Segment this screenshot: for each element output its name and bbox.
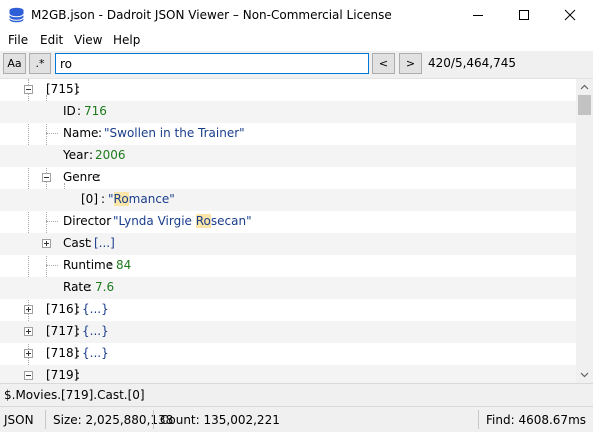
node-key: [718] [46,346,79,360]
regex-button[interactable]: .* [29,53,51,74]
tree-row-cast[interactable]: Cast : [...] [0,233,576,255]
node-key: Rate [63,280,91,294]
node-value: 716 [84,104,107,118]
node-value: [...] [94,236,115,250]
tree-row-id[interactable]: ID : 716 [0,101,576,123]
title-bar: M2GB.json - Dadroit JSON Viewer – Non-Co… [0,0,593,31]
status-divider [478,410,479,429]
collapse-icon[interactable] [24,85,33,94]
collapse-icon[interactable] [24,371,33,380]
menu-bar: File Edit View Help [0,31,593,51]
node-colon: : [76,346,81,360]
tree-row-715[interactable]: [715] : [0,79,576,101]
search-input[interactable] [55,53,369,74]
node-colon: : [97,170,102,184]
node-value: {...} [82,346,109,360]
scroll-down-icon[interactable] [576,367,593,383]
minimize-button[interactable] [455,0,501,31]
node-value: "Romance" [108,192,175,206]
tree-row-genre[interactable]: Genre : [0,167,576,189]
node-key: Director [63,214,112,228]
node-colon: : [76,82,81,96]
json-tree[interactable]: [715] : ID : 716 Name : "Swollen in the … [0,79,576,383]
menu-help[interactable]: Help [113,33,140,47]
node-key: Year [63,148,89,162]
match-count: 420/5,464,745 [428,56,517,70]
expand-icon[interactable] [24,349,33,358]
tree-row-719[interactable]: [719] : [0,365,576,383]
next-match-button[interactable]: > [399,53,422,74]
search-toolbar: Aa .* < > 420/5,464,745 [0,51,593,79]
node-colon: : [98,126,103,140]
menu-view[interactable]: View [74,33,102,47]
node-value: {...} [82,324,109,338]
json-path: $.Movies.[719].Cast.[0] [4,388,145,402]
window-title: M2GB.json - Dadroit JSON Viewer – Non-Co… [31,8,392,22]
minimize-icon [473,15,483,16]
status-size: Size: 2,025,880,138 [53,413,174,427]
vertical-scrollbar[interactable] [576,79,593,383]
tree-row-genre-0[interactable]: [0] : "Romance" [0,189,576,211]
node-colon: : [88,236,93,250]
prev-match-button[interactable]: < [372,53,395,74]
status-count: Count: 135,002,221 [160,413,280,427]
expand-icon[interactable] [24,327,33,336]
menu-file[interactable]: File [8,33,28,47]
status-divider [45,410,46,429]
node-value: "Swollen in the Trainer" [104,126,245,140]
node-key: Name [63,126,99,140]
node-value: "Lynda Virgie Rosecan" [113,214,252,228]
status-format: JSON [4,413,34,427]
status-bar: JSON Size: 2,025,880,138 Count: 135,002,… [0,406,593,432]
close-button[interactable] [547,0,593,31]
expand-icon[interactable] [24,305,33,314]
tree-row-717[interactable]: [717] : {...} [0,321,576,343]
node-colon: : [76,368,81,382]
node-key: [719] [46,368,79,382]
close-icon [564,9,576,21]
maximize-icon [519,10,529,20]
tree-row-718[interactable]: [718] : {...} [0,343,576,365]
node-colon: : [77,104,82,118]
node-colon: : [101,192,106,206]
collapse-icon[interactable] [42,173,51,182]
scrollbar-thumb[interactable] [578,95,591,115]
status-divider [153,410,154,429]
tree-row-director[interactable]: Director : "Lynda Virgie Rosecan" [0,211,576,233]
tree-row-runtime[interactable]: Runtime : 84 [0,255,576,277]
node-colon: : [88,280,93,294]
menu-edit[interactable]: Edit [40,33,63,47]
node-colon: : [108,258,113,272]
node-key: Runtime [63,258,114,272]
node-value: 7.6 [95,280,115,294]
maximize-button[interactable] [501,0,547,31]
status-find-time: Find: 4608.67ms [486,413,587,427]
node-key: [0] [81,192,98,206]
node-colon: : [106,214,111,228]
search-highlight: Ro [195,214,211,228]
match-case-button[interactable]: Aa [3,53,26,74]
tree-row-rate[interactable]: Rate : 7.6 [0,277,576,299]
scroll-up-icon[interactable] [576,79,593,95]
tree-row-name[interactable]: Name : "Swollen in the Trainer" [0,123,576,145]
node-value: {...} [82,302,109,316]
node-key: Cast [63,236,90,250]
node-colon: : [76,302,81,316]
node-key: [715] [46,82,79,96]
expand-icon[interactable] [42,239,51,248]
app-database-icon [9,7,24,23]
node-key: Genre [63,170,100,184]
node-key: [716] [46,302,79,316]
json-path-bar: $.Movies.[719].Cast.[0] [0,383,593,406]
node-value: 2006 [95,148,126,162]
node-key: [717] [46,324,79,338]
node-key: ID [63,104,76,118]
tree-row-year[interactable]: Year : 2006 [0,145,576,167]
node-value: 84 [116,258,132,272]
tree-row-716[interactable]: [716] : {...} [0,299,576,321]
node-colon: : [76,324,81,338]
search-highlight: Ro [113,192,129,206]
node-colon: : [89,148,94,162]
